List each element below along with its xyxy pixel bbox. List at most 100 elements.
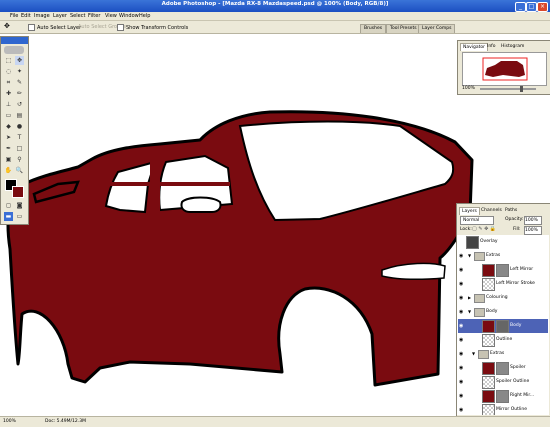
screen-mode-icon[interactable]: ▬: [4, 212, 13, 221]
layer-row-left-mirror[interactable]: ◉ Left Mirror: [458, 263, 548, 278]
visibility-eye-icon[interactable]: ◉: [459, 392, 465, 400]
notes-tool-icon[interactable]: ▣: [4, 155, 13, 164]
menu-select[interactable]: Select: [70, 13, 85, 19]
lasso-tool-icon[interactable]: ◌: [4, 67, 13, 76]
menu-window[interactable]: Window: [119, 13, 139, 19]
visibility-eye-icon[interactable]: ◉: [459, 308, 465, 316]
opacity-label: Opacity:: [505, 217, 524, 222]
show-transform-checkbox[interactable]: Show Transform Controls: [117, 24, 188, 31]
fill-input[interactable]: 100%: [524, 226, 542, 235]
quick-mask-off-icon[interactable]: ◻: [4, 201, 13, 210]
layer-name: Left Mirror: [510, 267, 534, 272]
toolbox-header: [1, 37, 28, 44]
crop-tool-icon[interactable]: ⌗: [4, 78, 13, 87]
dodge-tool-icon[interactable]: ●: [15, 122, 24, 131]
window-crossbar: [100, 182, 230, 186]
visibility-eye-icon[interactable]: ◉: [459, 406, 465, 414]
status-zoom: 100%: [3, 419, 16, 424]
maximize-button[interactable]: □: [526, 1, 537, 12]
layer-row-left-mirror-stroke[interactable]: ◉ Left Mirror Stroke: [458, 277, 548, 292]
layer-row-spoiler[interactable]: ◉ Spoiler: [458, 361, 548, 376]
move-tool-icon[interactable]: ✥: [15, 56, 24, 65]
blur-tool-icon[interactable]: ◆: [4, 122, 13, 131]
layer-thumbnail: [482, 376, 495, 389]
opacity-input[interactable]: 100%: [524, 216, 542, 225]
layer-name: Spoiler Outline: [496, 379, 530, 384]
tab-navigator[interactable]: Navigator: [460, 43, 489, 51]
history-brush-icon[interactable]: ↺: [15, 100, 24, 109]
visibility-eye-icon[interactable]: ◉: [459, 322, 465, 330]
clone-stamp-icon[interactable]: ⊥: [4, 100, 13, 109]
tab-layers[interactable]: Layers: [459, 207, 480, 215]
visibility-eye-icon[interactable]: ◉: [459, 364, 465, 372]
auto-select-checkbox[interactable]: Auto Select Layer: [28, 24, 81, 31]
layer-name: Colouring: [486, 295, 508, 300]
background-color-swatch[interactable]: [12, 186, 24, 198]
healing-brush-icon[interactable]: ✚: [4, 89, 13, 98]
eyedropper-icon[interactable]: ⚲: [15, 155, 24, 164]
layer-row-body[interactable]: ◉ Body: [458, 319, 548, 334]
gradient-tool-icon[interactable]: ▤: [15, 111, 24, 120]
shape-tool-icon[interactable]: □: [15, 144, 24, 153]
layer-row-extras-group[interactable]: ◉ ▼ Extras: [458, 249, 548, 264]
menu-filter[interactable]: Filter: [88, 13, 100, 19]
move-tool-icon[interactable]: ✥: [4, 22, 10, 30]
group-expand-arrow-icon[interactable]: ▼: [472, 351, 475, 356]
minimize-button[interactable]: _: [515, 1, 526, 12]
visibility-eye-icon[interactable]: ◉: [459, 252, 465, 260]
menu-image[interactable]: Image: [34, 13, 50, 19]
visibility-eye-icon[interactable]: ◉: [459, 280, 465, 288]
path-selection-icon[interactable]: ➤: [4, 133, 13, 142]
magic-wand-icon[interactable]: ✦: [15, 67, 24, 76]
full-screen-icon[interactable]: ▭: [15, 212, 24, 221]
layer-row-extras-subgroup[interactable]: ◉ ▼ Extras: [458, 347, 548, 362]
layer-row-body-group[interactable]: ◉ ▼ Body: [458, 305, 548, 320]
visibility-eye-icon[interactable]: ◉: [459, 350, 465, 358]
layer-row-overlay[interactable]: Overlay: [458, 235, 548, 250]
group-expand-arrow-icon[interactable]: ▼: [468, 309, 471, 314]
navigator-zoom[interactable]: 100%: [462, 86, 475, 91]
hand-tool-icon[interactable]: ✋: [4, 166, 13, 175]
tab-paths[interactable]: Paths: [503, 207, 519, 214]
layer-row-right-mirror[interactable]: ◉ Right Mir...: [458, 389, 548, 404]
slice-tool-icon[interactable]: ✎: [15, 78, 24, 87]
group-expand-arrow-icon[interactable]: ▼: [468, 253, 471, 258]
tab-channels[interactable]: Channels: [479, 207, 504, 214]
zoom-slider-handle[interactable]: [520, 86, 523, 92]
layer-name: Outline: [496, 337, 513, 342]
tab-info[interactable]: Info: [485, 43, 498, 50]
navigator-preview[interactable]: [462, 52, 547, 86]
layer-name: Body: [510, 323, 522, 328]
dock-tab-tool-presets[interactable]: Tool Presets: [386, 24, 421, 33]
eraser-tool-icon[interactable]: ▭: [4, 111, 13, 120]
navigator-thumbnail: [482, 57, 528, 81]
visibility-eye-icon[interactable]: ◉: [459, 378, 465, 386]
menu-layer[interactable]: Layer: [53, 13, 67, 19]
layer-row-mirror-outline[interactable]: ◉ Mirror Outline: [458, 403, 548, 415]
menu-view[interactable]: View: [105, 13, 117, 19]
zoom-tool-icon[interactable]: 🔍: [15, 166, 24, 175]
layer-row-colouring-group[interactable]: ◉ ▶ Colouring: [458, 291, 548, 306]
lock-icons[interactable]: ▢ ✎ ✥ 🔒: [472, 226, 496, 232]
close-button[interactable]: ×: [537, 1, 548, 12]
type-tool-icon[interactable]: T: [15, 133, 24, 142]
menu-edit[interactable]: Edit: [21, 13, 31, 19]
status-doc-size: Doc: 5.49M/12.3M: [45, 419, 86, 424]
marquee-tool-icon[interactable]: ⬚: [4, 56, 13, 65]
tab-histogram[interactable]: Histogram: [499, 43, 526, 50]
layer-row-outline[interactable]: ◉ Outline: [458, 333, 548, 348]
layer-row-spoiler-outline[interactable]: ◉ Spoiler Outline: [458, 375, 548, 390]
dock-tab-layer-comps[interactable]: Layer Comps: [418, 24, 456, 33]
visibility-eye-icon[interactable]: ◉: [459, 266, 465, 274]
visibility-eye-icon[interactable]: ◉: [459, 336, 465, 344]
pen-tool-icon[interactable]: ✒: [4, 144, 13, 153]
menu-file[interactable]: File: [10, 13, 18, 19]
menu-help[interactable]: Help: [139, 13, 150, 19]
blend-mode-select[interactable]: Normal: [460, 216, 494, 225]
group-collapse-arrow-icon[interactable]: ▶: [468, 295, 471, 300]
brush-tool-icon[interactable]: ✏: [15, 89, 24, 98]
dock-tab-brushes[interactable]: Brushes: [360, 24, 387, 33]
visibility-eye-icon[interactable]: ◉: [459, 294, 465, 302]
quick-mask-on-icon[interactable]: ◙: [15, 201, 24, 210]
zoom-slider[interactable]: [480, 88, 536, 90]
